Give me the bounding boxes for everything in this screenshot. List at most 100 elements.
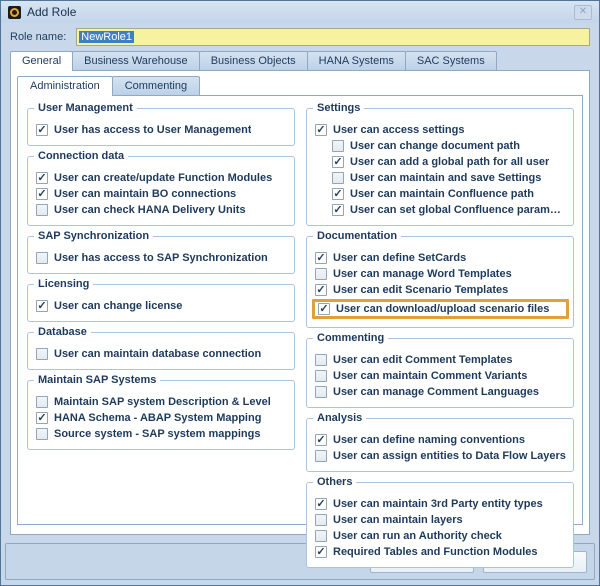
checkbox-row-hana-schema-abap-system-mapping[interactable]: ✓ HANA Schema - ABAP System Mapping [36, 411, 288, 425]
checkbox-row-user-can-run-an-authority-check[interactable]: User can run an Authority check [315, 529, 567, 543]
checkbox-row-user-can-maintain-confluence-path[interactable]: ✓ User can maintain Confluence path [332, 187, 567, 201]
tab-general[interactable]: General [10, 51, 73, 71]
checkbox-unchecked-icon[interactable] [315, 386, 327, 398]
checkbox-checked-icon[interactable]: ✓ [318, 303, 330, 315]
checkbox-unchecked-icon[interactable] [36, 204, 48, 216]
checkbox-row-user-has-access-to-sap-synchronization[interactable]: User has access to SAP Synchronization [36, 251, 288, 265]
checkbox-unchecked-icon[interactable] [36, 428, 48, 440]
group-title: Connection data [34, 150, 128, 162]
checkbox-row-user-can-edit-comment-templates[interactable]: User can edit Comment Templates [315, 353, 567, 367]
close-button[interactable]: ✕ [574, 5, 592, 20]
title-bar[interactable]: Add Role ✕ [1, 1, 599, 23]
close-icon: ✕ [579, 7, 587, 17]
group-others: Others✓User can maintain 3rd Party entit… [306, 482, 574, 568]
checkbox-checked-icon[interactable]: ✓ [332, 188, 344, 200]
add-role-dialog: Add Role ✕ Role name: NewRole1 GeneralBu… [0, 0, 600, 586]
group-settings: Settings✓User can access settingsUser ca… [306, 108, 574, 226]
checkbox-label: User can maintain Confluence path [350, 188, 534, 200]
app-icon [8, 6, 21, 19]
tab-business-objects[interactable]: Business Objects [199, 51, 308, 70]
checkbox-row-user-can-maintain-and-save-settings[interactable]: User can maintain and save Settings [332, 171, 567, 185]
checkbox-label: User can change document path [350, 140, 520, 152]
checkbox-checked-icon[interactable]: ✓ [332, 204, 344, 216]
checkbox-checked-icon[interactable]: ✓ [36, 172, 48, 184]
checkbox-checked-icon[interactable]: ✓ [315, 284, 327, 296]
checkbox-row-user-can-define-naming-conventions[interactable]: ✓ User can define naming conventions [315, 433, 567, 447]
checkbox-row-user-can-maintain-bo-connections[interactable]: ✓User can maintain BO connections [36, 187, 288, 201]
role-name-input[interactable]: NewRole1 [76, 28, 590, 46]
checkbox-label: User can check HANA Delivery Units [54, 204, 246, 216]
checkbox-row-user-can-maintain-layers[interactable]: User can maintain layers [315, 513, 567, 527]
subtab-commenting[interactable]: Commenting [112, 76, 200, 95]
general-tab-panel: AdministrationCommenting User Management… [10, 70, 590, 535]
checkbox-unchecked-icon[interactable] [332, 172, 344, 184]
group-sap-synchronization: SAP SynchronizationUser has access to SA… [27, 236, 295, 274]
checkbox-unchecked-icon[interactable] [36, 396, 48, 408]
group-title: Maintain SAP Systems [34, 374, 160, 386]
checkbox-row-user-can-edit-scenario-templates[interactable]: ✓User can edit Scenario Templates [315, 283, 567, 297]
group-maintain-sap-systems: Maintain SAP SystemsMaintain SAP system … [27, 380, 295, 450]
checkbox-row-user-can-assign-entities-to-data-flow-layers[interactable]: User can assign entities to Data Flow La… [315, 449, 567, 463]
group-title: User Management [34, 102, 137, 114]
tab-business-warehouse[interactable]: Business Warehouse [72, 51, 200, 70]
checkbox-row-user-can-maintain-database-connection[interactable]: User can maintain database connection [36, 347, 288, 361]
checkbox-checked-icon[interactable]: ✓ [36, 188, 48, 200]
checkbox-checked-icon[interactable]: ✓ [315, 546, 327, 558]
role-name-label: Role name: [10, 31, 66, 43]
checkbox-unchecked-icon[interactable] [315, 530, 327, 542]
checkbox-row-required-tables-and-function-modules[interactable]: ✓Required Tables and Function Modules [315, 545, 567, 559]
checkbox-unchecked-icon[interactable] [315, 450, 327, 462]
checkbox-row-user-can-define-setcards[interactable]: ✓User can define SetCards [315, 251, 567, 265]
checkbox-unchecked-icon[interactable] [315, 354, 327, 366]
checkbox-checked-icon[interactable]: ✓ [315, 252, 327, 264]
checkbox-checked-icon[interactable]: ✓ [332, 156, 344, 168]
group-title: Licensing [34, 278, 93, 290]
checkbox-checked-icon[interactable]: ✓ [315, 498, 327, 510]
checkbox-checked-icon[interactable]: ✓ [36, 412, 48, 424]
checkbox-row-user-can-change-document-path[interactable]: User can change document path [332, 139, 567, 153]
checkbox-unchecked-icon[interactable] [332, 140, 344, 152]
group-database: DatabaseUser can maintain database conne… [27, 332, 295, 370]
checkbox-unchecked-icon[interactable] [315, 370, 327, 382]
checkbox-checked-icon[interactable]: ✓ [36, 300, 48, 312]
checkbox-checked-icon[interactable]: ✓ [315, 124, 327, 136]
group-documentation: Documentation✓User can define SetCardsUs… [306, 236, 574, 328]
checkbox-row-user-can-create-update-function-modules[interactable]: ✓User can create/update Function Modules [36, 171, 288, 185]
checkbox-label: User can run an Authority check [333, 530, 502, 542]
checkbox-row-user-can-check-hana-delivery-units[interactable]: User can check HANA Delivery Units [36, 203, 288, 217]
checkbox-row-maintain-sap-system-description-level[interactable]: Maintain SAP system Description & Level [36, 395, 288, 409]
checkbox-row-user-can-access-settings[interactable]: ✓User can access settings [315, 123, 567, 137]
checkbox-row-user-can-change-license[interactable]: ✓ User can change license [36, 299, 288, 313]
checkbox-label: User can manage Word Templates [333, 268, 512, 280]
tab-hana-systems[interactable]: HANA Systems [307, 51, 406, 70]
checkbox-checked-icon[interactable]: ✓ [36, 124, 48, 136]
checkbox-row-user-can-manage-comment-languages[interactable]: User can manage Comment Languages [315, 385, 567, 399]
checkbox-label: Source system - SAP system mappings [54, 428, 260, 440]
checkbox-label: Maintain SAP system Description & Level [54, 396, 271, 408]
checkbox-label: User can maintain database connection [54, 348, 261, 360]
role-name-value: NewRole1 [79, 31, 134, 43]
checkbox-label: User can define naming conventions [333, 434, 525, 446]
checkbox-row-user-can-maintain-comment-variants[interactable]: User can maintain Comment Variants [315, 369, 567, 383]
checkbox-label: User can change license [54, 300, 182, 312]
checkbox-label: User can manage Comment Languages [333, 386, 539, 398]
checkbox-row-user-can-set-global-confluence-parameters-for-all-users[interactable]: ✓User can set global Confluence paramete… [332, 203, 567, 217]
group-title: Settings [313, 102, 364, 114]
subtab-administration[interactable]: Administration [17, 76, 113, 96]
checkbox-unchecked-icon[interactable] [315, 514, 327, 526]
checkbox-row-user-can-maintain-3rd-party-entity-types[interactable]: ✓User can maintain 3rd Party entity type… [315, 497, 567, 511]
checkbox-unchecked-icon[interactable] [36, 252, 48, 264]
checkbox-unchecked-icon[interactable] [315, 268, 327, 280]
checkbox-checked-icon[interactable]: ✓ [315, 434, 327, 446]
checkbox-unchecked-icon[interactable] [36, 348, 48, 360]
checkbox-row-user-can-add-a-global-path-for-all-user[interactable]: ✓User can add a global path for all user [332, 155, 567, 169]
tab-sac-systems[interactable]: SAC Systems [405, 51, 497, 70]
checkbox-label: HANA Schema - ABAP System Mapping [54, 412, 261, 424]
checkbox-row-user-can-manage-word-templates[interactable]: User can manage Word Templates [315, 267, 567, 281]
checkbox-label: User can edit Comment Templates [333, 354, 513, 366]
checkbox-label: User can maintain Comment Variants [333, 370, 527, 382]
checkbox-row-user-can-download-upload-scenario-files[interactable]: ✓User can download/upload scenario files [312, 299, 569, 319]
group-connection-data: Connection data✓User can create/update F… [27, 156, 295, 226]
checkbox-row-user-has-access-to-user-management[interactable]: ✓User has access to User Management [36, 123, 288, 137]
checkbox-row-source-system-sap-system-mappings[interactable]: Source system - SAP system mappings [36, 427, 288, 441]
